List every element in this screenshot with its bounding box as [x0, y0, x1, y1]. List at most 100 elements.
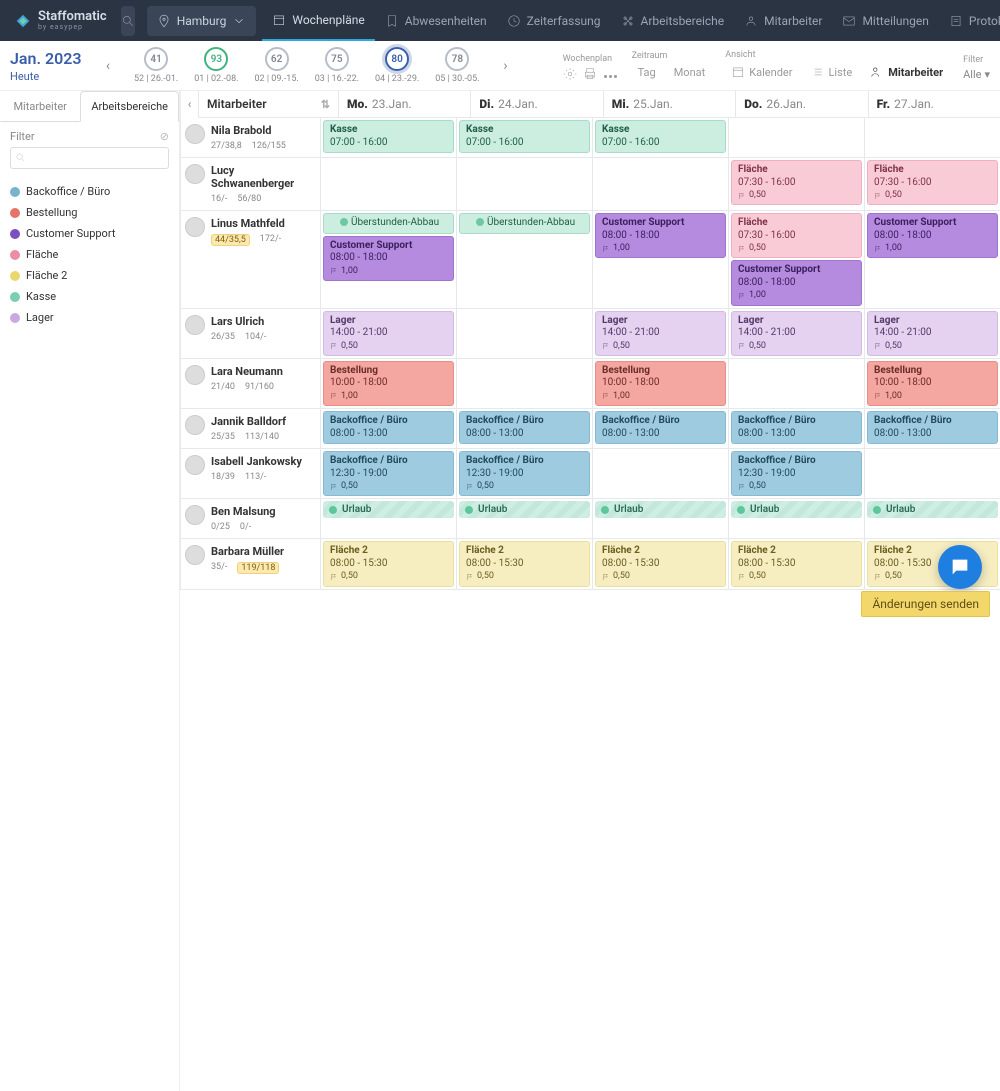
- shift-block[interactable]: Kasse07:00 - 16:00: [459, 120, 590, 153]
- day-cell[interactable]: Fläche 208:00 - 15:300,50: [728, 539, 864, 588]
- vacation-chip[interactable]: Urlaub: [459, 501, 590, 518]
- day-cell[interactable]: Lager14:00 - 21:000,50: [728, 309, 864, 358]
- nav-mitteilungen[interactable]: Mitteilungen: [832, 0, 938, 41]
- shift-block[interactable]: Kasse07:00 - 16:00: [323, 120, 454, 153]
- vacation-chip[interactable]: Urlaub: [867, 501, 998, 518]
- day-cell[interactable]: Urlaub: [728, 499, 864, 538]
- search-button[interactable]: [121, 6, 135, 36]
- ansicht-kalender[interactable]: Kalender: [725, 63, 798, 81]
- shift-block[interactable]: Customer Support08:00 - 18:001,00: [867, 213, 998, 258]
- weeks-next[interactable]: ›: [496, 56, 516, 76]
- shift-block[interactable]: Fläche 208:00 - 15:300,50: [459, 541, 590, 586]
- print-icon[interactable]: [583, 67, 597, 81]
- day-cell[interactable]: Fläche 208:00 - 15:300,50: [456, 539, 592, 588]
- collapse-sidebar[interactable]: ‹: [180, 91, 198, 118]
- vacation-chip[interactable]: Urlaub: [595, 501, 726, 518]
- dept-item[interactable]: Customer Support: [10, 223, 169, 244]
- clear-filter-icon[interactable]: ⊘: [160, 130, 169, 143]
- day-cell[interactable]: Kasse07:00 - 16:00: [320, 118, 456, 157]
- shift-block[interactable]: Lager14:00 - 21:000,50: [595, 311, 726, 356]
- day-cell[interactable]: Fläche 208:00 - 15:300,50: [320, 539, 456, 588]
- filter-dropdown[interactable]: Alle▾: [963, 68, 990, 81]
- shift-block[interactable]: Lager14:00 - 21:000,50: [867, 311, 998, 356]
- nav-zeiterfassung[interactable]: Zeiterfassung: [497, 0, 611, 41]
- shift-block[interactable]: Fläche 208:00 - 15:300,50: [731, 541, 862, 586]
- week-chip-4[interactable]: 8004 | 23.-29.: [367, 47, 427, 84]
- day-cell[interactable]: Lager14:00 - 21:000,50: [864, 309, 1000, 358]
- day-cell[interactable]: Backoffice / Büro08:00 - 13:00: [592, 409, 728, 448]
- shift-block[interactable]: Customer Support08:00 - 18:001,00: [731, 260, 862, 305]
- day-cell[interactable]: [320, 158, 456, 210]
- more-icon[interactable]: [603, 68, 618, 81]
- dept-item[interactable]: Kasse: [10, 286, 169, 307]
- nav-arbeitsbereiche[interactable]: Arbeitsbereiche: [611, 0, 735, 41]
- dept-item[interactable]: Bestellung: [10, 202, 169, 223]
- day-cell[interactable]: Kasse07:00 - 16:00: [592, 118, 728, 157]
- day-cell[interactable]: [456, 309, 592, 358]
- day-cell[interactable]: Fläche07:30 - 16:000,50: [864, 158, 1000, 210]
- day-cell[interactable]: [728, 359, 864, 408]
- shift-block[interactable]: Fläche07:30 - 16:000,50: [731, 213, 862, 258]
- day-cell[interactable]: Urlaub: [320, 499, 456, 538]
- week-chip-5[interactable]: 7805 | 30.-05.: [427, 47, 487, 84]
- day-cell[interactable]: Kasse07:00 - 16:00: [456, 118, 592, 157]
- day-cell[interactable]: Fläche07:30 - 16:000,50: [728, 158, 864, 210]
- dept-item[interactable]: Fläche 2: [10, 265, 169, 286]
- day-cell[interactable]: Lager14:00 - 21:000,50: [592, 309, 728, 358]
- vacation-chip[interactable]: Urlaub: [323, 501, 454, 518]
- shift-block[interactable]: Kasse07:00 - 16:00: [595, 120, 726, 153]
- shift-block[interactable]: Backoffice / Büro12:30 - 19:000,50: [459, 451, 590, 496]
- week-chip-1[interactable]: 9301 | 02.-08.: [186, 47, 246, 84]
- shift-block[interactable]: Bestellung10:00 - 18:001,00: [867, 361, 998, 406]
- day-cell[interactable]: [864, 118, 1000, 157]
- location-selector[interactable]: Hamburg: [147, 6, 257, 36]
- dept-item[interactable]: Fläche: [10, 244, 169, 265]
- shift-block[interactable]: Backoffice / Büro08:00 - 13:00: [323, 411, 454, 444]
- day-cell[interactable]: Backoffice / Büro08:00 - 13:00: [864, 409, 1000, 448]
- shift-block[interactable]: Lager14:00 - 21:000,50: [731, 311, 862, 356]
- day-cell[interactable]: [456, 158, 592, 210]
- zeitraum-tag[interactable]: Tag: [632, 64, 662, 81]
- day-cell[interactable]: [728, 118, 864, 157]
- day-cell[interactable]: Bestellung10:00 - 18:001,00: [592, 359, 728, 408]
- nav-abwesenheiten[interactable]: Abwesenheiten: [375, 0, 497, 41]
- day-cell[interactable]: Bestellung10:00 - 18:001,00: [864, 359, 1000, 408]
- day-cell[interactable]: Customer Support08:00 - 18:001,00: [864, 211, 1000, 308]
- day-cell[interactable]: Fläche07:30 - 16:000,50Customer Support0…: [728, 211, 864, 308]
- shift-block[interactable]: Fläche 208:00 - 15:300,50: [323, 541, 454, 586]
- day-cell[interactable]: Fläche 208:00 - 15:300,50: [592, 539, 728, 588]
- dept-item[interactable]: Backoffice / Büro: [10, 181, 169, 202]
- shift-block[interactable]: Fläche07:30 - 16:000,50: [731, 160, 862, 205]
- shift-block[interactable]: Lager14:00 - 21:000,50: [323, 311, 454, 356]
- dept-item[interactable]: Lager: [10, 307, 169, 328]
- day-cell[interactable]: Urlaub: [592, 499, 728, 538]
- sort-icon[interactable]: ⇅: [321, 98, 330, 111]
- shift-block[interactable]: Backoffice / Büro08:00 - 13:00: [731, 411, 862, 444]
- day-cell[interactable]: [864, 449, 1000, 498]
- day-cell[interactable]: Backoffice / Büro12:30 - 19:000,50: [320, 449, 456, 498]
- zeitraum-monat[interactable]: Monat: [668, 64, 712, 81]
- shift-block[interactable]: Backoffice / Büro12:30 - 19:000,50: [323, 451, 454, 496]
- day-cell[interactable]: [592, 158, 728, 210]
- day-cell[interactable]: Bestellung10:00 - 18:001,00: [320, 359, 456, 408]
- day-cell[interactable]: Backoffice / Büro08:00 - 13:00: [456, 409, 592, 448]
- weeks-prev[interactable]: ‹: [98, 56, 118, 76]
- day-cell[interactable]: [456, 359, 592, 408]
- day-cell[interactable]: [592, 449, 728, 498]
- shift-block[interactable]: Customer Support08:00 - 18:001,00: [595, 213, 726, 258]
- nav-mitarbeiter[interactable]: Mitarbeiter: [734, 0, 832, 41]
- shift-block[interactable]: Überstunden-Abbau: [459, 213, 590, 234]
- week-chip-0[interactable]: 4152 | 26.-01.: [126, 47, 186, 84]
- shift-block[interactable]: Customer Support08:00 - 18:001,00: [323, 236, 454, 281]
- ansicht-liste[interactable]: Liste: [804, 63, 858, 81]
- chat-fab[interactable]: [938, 545, 982, 589]
- today-link[interactable]: Heute: [10, 70, 39, 83]
- shift-block[interactable]: Bestellung10:00 - 18:001,00: [323, 361, 454, 406]
- day-cell[interactable]: Backoffice / Büro12:30 - 19:000,50: [456, 449, 592, 498]
- day-cell[interactable]: Backoffice / Büro08:00 - 13:00: [320, 409, 456, 448]
- nav-protokoll[interactable]: Protokoll: [939, 0, 1000, 41]
- ansicht-mitarbeiter[interactable]: Mitarbeiter: [864, 63, 949, 81]
- vacation-chip[interactable]: Urlaub: [731, 501, 862, 518]
- shift-block[interactable]: Überstunden-Abbau: [323, 213, 454, 234]
- week-chip-3[interactable]: 7503 | 16.-22.: [307, 47, 367, 84]
